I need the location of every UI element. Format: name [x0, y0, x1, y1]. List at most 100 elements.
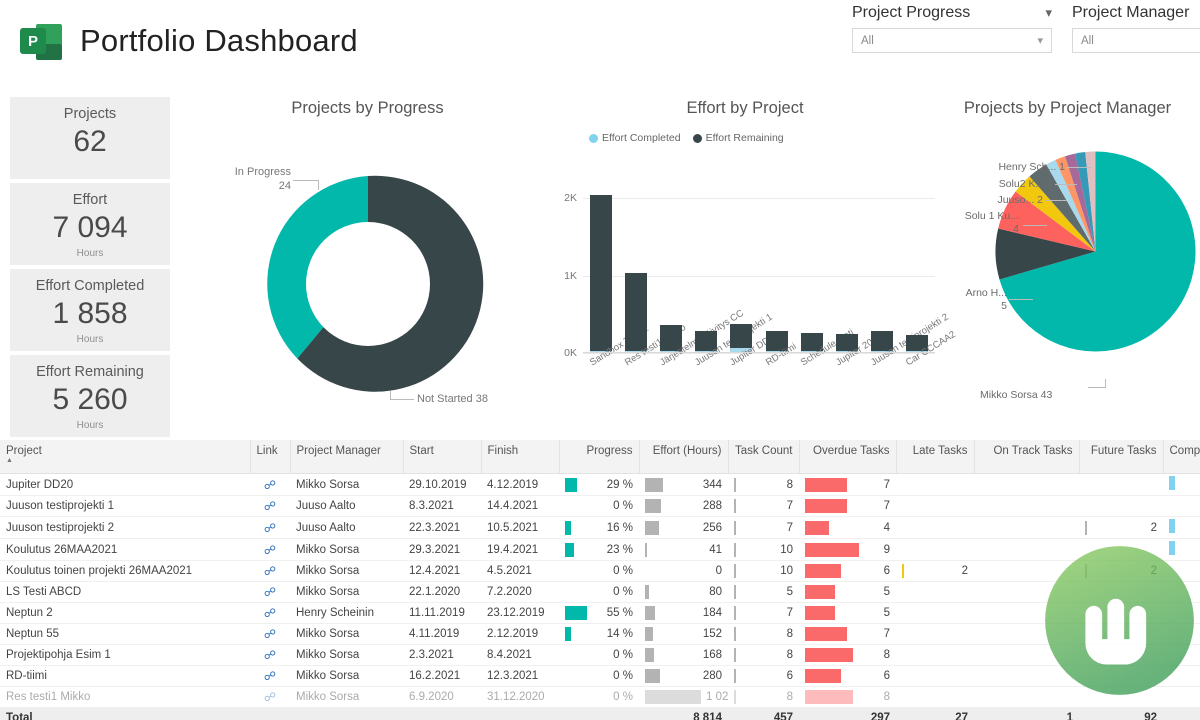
- task-count-value: 7: [786, 521, 793, 534]
- sort-ascending-icon[interactable]: ▲: [6, 457, 244, 464]
- bar-segment-effort-remaining[interactable]: [589, 194, 612, 352]
- col-header-completed[interactable]: Compl: [1163, 440, 1200, 474]
- cell-effort-hours: 256: [639, 516, 728, 539]
- cell-future-tasks: [1079, 686, 1163, 708]
- effort-bar: [645, 520, 659, 535]
- table-row[interactable]: Res testi1 Mikko ☍ Mikko Sorsa 6.9.2020 31.1…: [0, 686, 1200, 708]
- cell-progress: 0 %: [559, 665, 639, 687]
- chart-projects-by-progress[interactable]: Projects by Progress In Progress 24 Not …: [195, 97, 540, 432]
- link-icon[interactable]: ☍: [264, 521, 276, 535]
- slicer-project-manager-dropdown[interactable]: All: [1072, 28, 1200, 53]
- table-row[interactable]: LS Testi ABCD ☍ Mikko Sorsa 22.1.2020 7.2.20…: [0, 581, 1200, 603]
- table-row[interactable]: Koulutus toinen projekti 26MAA2021 ☍ Mikko…: [0, 560, 1200, 582]
- link-icon[interactable]: ☍: [264, 499, 276, 513]
- chart-effort-by-project[interactable]: Effort by Project Effort Completed Effor…: [545, 97, 958, 437]
- cell-project-manager-text: Mikko Sorsa: [296, 691, 360, 703]
- kpi-card-projects[interactable]: Projects 62: [10, 97, 170, 179]
- cell-link: ☍: [250, 516, 290, 539]
- cell-finish: 7.2.2020: [481, 581, 559, 603]
- progress-value: 0 %: [613, 586, 633, 598]
- table-row[interactable]: Juuson testiprojekti 2 ☍ Juuso Aalto 22.3.2…: [0, 516, 1200, 539]
- col-header-start[interactable]: Start: [403, 440, 482, 474]
- table-projects[interactable]: Project ▲ Link Project Manager Start Fin…: [0, 440, 1200, 720]
- cell-completed: [1163, 473, 1200, 496]
- col-header-effort-hours[interactable]: Effort (Hours): [639, 440, 729, 474]
- link-icon[interactable]: ☍: [264, 585, 276, 599]
- bar-column[interactable]: [589, 194, 612, 353]
- table-row[interactable]: Neptun 2 ☍ Henry Scheinin 11.11.2019 23.12.2…: [0, 602, 1200, 624]
- cell-project-text: Res testi1 Mikko: [6, 691, 91, 703]
- bar-plot-area[interactable]: 0K1K2KSandbox Testi...Res testi1 MikkoJä…: [564, 183, 958, 368]
- kpi-card-effort[interactable]: Effort 7 094 Hours: [10, 183, 170, 265]
- legend-item-effort-completed[interactable]: Effort Completed: [589, 132, 681, 144]
- pie-label-arno: Arno H... 5: [913, 287, 1007, 313]
- cell-future-tasks: [1079, 644, 1163, 666]
- col-header-finish[interactable]: Finish: [481, 440, 560, 474]
- kpi-card-effort-completed[interactable]: Effort Completed 1 858 Hours: [10, 269, 170, 351]
- table-row[interactable]: RD-tiimi ☍ Mikko Sorsa 16.2.2021 12.3.2021 0 …: [0, 665, 1200, 687]
- donut-svg[interactable]: [243, 159, 493, 409]
- link-icon[interactable]: ☍: [264, 564, 276, 578]
- col-header-on-track-tasks[interactable]: On Track Tasks: [974, 440, 1080, 474]
- effort-value: 0: [715, 565, 722, 577]
- bar-column[interactable]: [624, 272, 647, 353]
- cell-task-count: 10: [728, 560, 799, 582]
- cell-task-count: 10: [728, 538, 799, 561]
- col-header-future-tasks[interactable]: Future Tasks: [1079, 440, 1164, 474]
- link-icon[interactable]: ☍: [264, 543, 276, 557]
- col-header-project[interactable]: Project ▲: [0, 440, 251, 474]
- overdue-value: 8: [883, 691, 890, 703]
- task-count-bar: [734, 648, 736, 662]
- chevron-down-icon[interactable]: ▾: [1037, 34, 1043, 47]
- progress-bar: [565, 520, 571, 535]
- table-row[interactable]: Projektipohja Esim 1 ☍ Mikko Sorsa 2.3.2021…: [0, 644, 1200, 666]
- col-header-overdue-tasks[interactable]: Overdue Tasks: [799, 440, 897, 474]
- projects-grid: Project ▲ Link Project Manager Start Fin…: [0, 440, 1200, 720]
- cell-overdue-tasks: 9: [799, 538, 896, 561]
- logo-letter: P: [27, 32, 38, 50]
- table-row[interactable]: Juuson testiprojekti 1 ☍ Juuso Aalto 8.3.20…: [0, 495, 1200, 517]
- effort-value: 288: [702, 500, 722, 512]
- table-row[interactable]: Koulutus 26MAA2021 ☍ Mikko Sorsa 29.3.2021 1…: [0, 538, 1200, 561]
- cell-start: 6.9.2020: [403, 686, 481, 708]
- effort-bar: [645, 648, 654, 662]
- pie-label-solu1-text: Solu 1 Ku...: [964, 210, 1019, 222]
- col-header-late-tasks[interactable]: Late Tasks: [896, 440, 975, 474]
- link-icon[interactable]: ☍: [264, 669, 276, 683]
- table-row[interactable]: Neptun 55 ☍ Mikko Sorsa 4.11.2019 2.12.2019 1…: [0, 623, 1200, 645]
- bar-segment-effort-remaining[interactable]: [624, 272, 647, 352]
- bar-x-axis-line: [583, 352, 935, 353]
- link-icon[interactable]: ☍: [264, 627, 276, 641]
- cell-completed: [1163, 581, 1200, 603]
- cell-overdue-tasks: 6: [799, 665, 896, 687]
- col-header-project-manager[interactable]: Project Manager: [290, 440, 404, 474]
- pie-label-solu2: Solu2 K... 2: [998, 178, 1053, 190]
- slicer-project-progress-dropdown[interactable]: All ▾: [852, 28, 1052, 53]
- legend-item-effort-remaining[interactable]: Effort Remaining: [692, 132, 784, 144]
- task-count-bar: [734, 542, 736, 557]
- table-body[interactable]: Jupiter DD20 ☍ Mikko Sorsa 29.10.2019 4.12.2…: [0, 473, 1200, 708]
- col-header-link[interactable]: Link: [250, 440, 291, 474]
- cell-completed: [1163, 644, 1200, 666]
- kpi-card-effort-remaining[interactable]: Effort Remaining 5 260 Hours: [10, 355, 170, 437]
- slicer-project-manager[interactable]: Project Manager All: [1072, 4, 1200, 53]
- effort-value: 168: [702, 649, 722, 661]
- cell-late-tasks: [896, 581, 974, 603]
- col-header-progress[interactable]: Progress: [559, 440, 640, 474]
- cell-project: Projektipohja Esim 1: [0, 644, 250, 666]
- chevron-down-icon[interactable]: ▾: [1045, 5, 1052, 21]
- link-icon[interactable]: ☍: [264, 690, 276, 704]
- cell-progress: 0 %: [559, 644, 639, 666]
- table-row[interactable]: Jupiter DD20 ☍ Mikko Sorsa 29.10.2019 4.12.2…: [0, 473, 1200, 496]
- link-icon[interactable]: ☍: [264, 478, 276, 492]
- cell-late-tasks: [896, 473, 974, 496]
- effort-bar: [645, 542, 647, 557]
- chart-projects-by-project-manager[interactable]: Projects by Project Manager Henry Sch...…: [945, 97, 1200, 437]
- col-header-task-count[interactable]: Task Count: [728, 440, 800, 474]
- link-icon[interactable]: ☍: [264, 648, 276, 662]
- cell-start: 29.10.2019: [403, 473, 481, 496]
- link-icon[interactable]: ☍: [264, 606, 276, 620]
- table-total-row: Total 8 814 457 297 27 1 92: [0, 707, 1200, 720]
- cell-overdue-tasks: 5: [799, 581, 896, 603]
- slicer-project-progress[interactable]: Project Progress ▾ All ▾: [852, 4, 1052, 53]
